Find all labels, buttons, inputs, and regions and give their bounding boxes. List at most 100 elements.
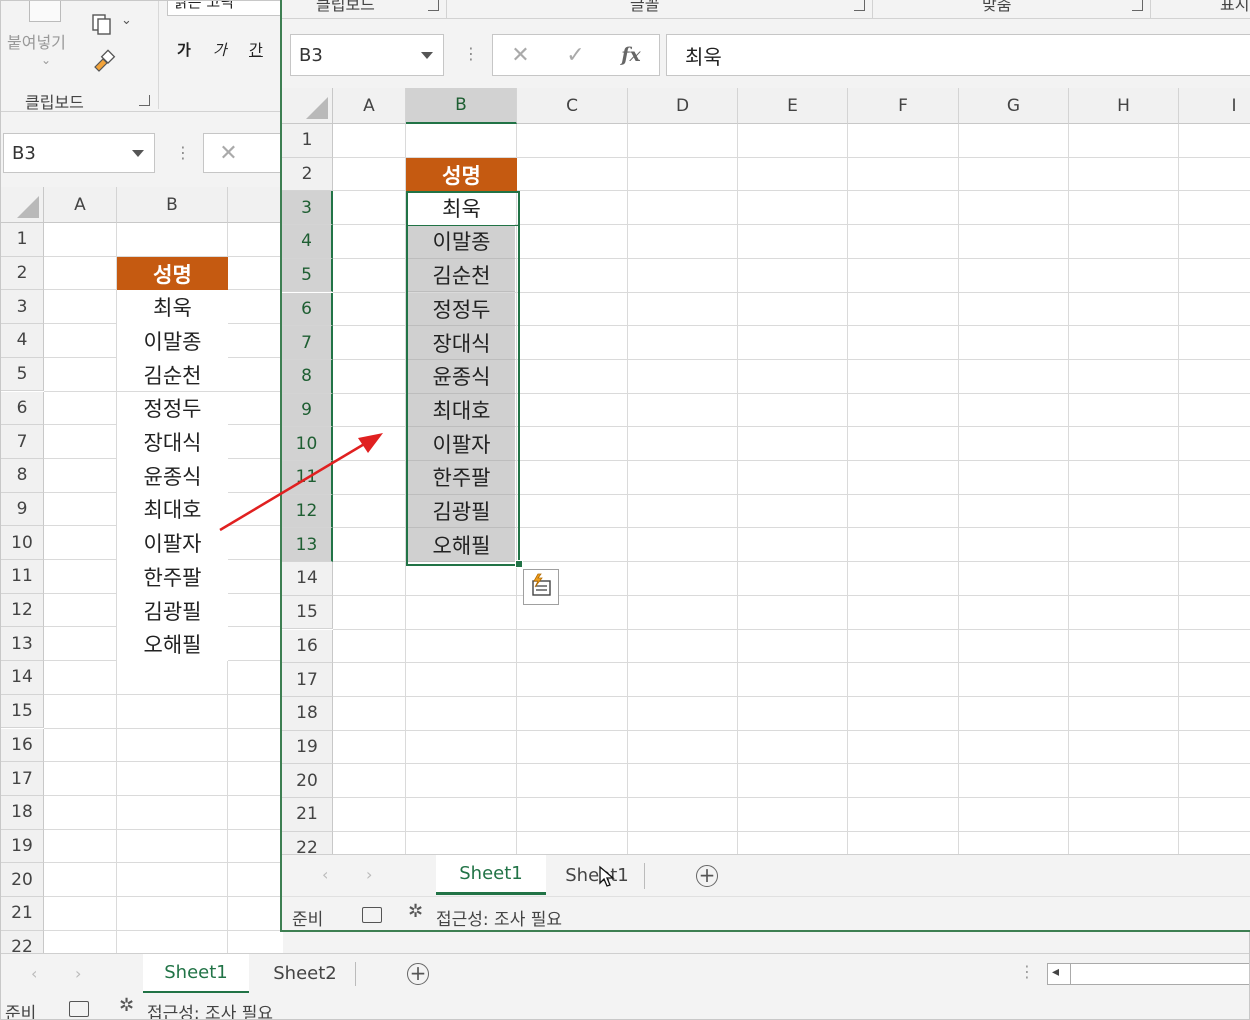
column-header-e[interactable]: E — [738, 88, 848, 124]
row-header-20[interactable]: 20 — [1, 863, 44, 897]
row-header-9[interactable]: 9 — [1, 492, 44, 527]
insert-function-icon[interactable]: fx — [621, 44, 641, 66]
tab-sheet1[interactable]: Sheet1 — [436, 855, 546, 895]
macro-record-icon[interactable] — [69, 1001, 89, 1017]
select-all-corner[interactable] — [282, 88, 333, 124]
row-header-20[interactable]: 20 — [282, 764, 333, 798]
row-header-6[interactable]: 6 — [1, 391, 44, 426]
row-header-15[interactable]: 15 — [282, 595, 333, 630]
row-header-13[interactable]: 13 — [282, 528, 333, 563]
row-header-3[interactable]: 3 — [282, 191, 333, 226]
name-cell[interactable]: 김순천 — [117, 357, 228, 392]
italic-button[interactable]: 가 — [213, 39, 227, 60]
selection-range[interactable] — [406, 191, 520, 566]
row-header-21[interactable]: 21 — [1, 897, 44, 931]
row-header-21[interactable]: 21 — [282, 798, 333, 832]
row-header-2[interactable]: 2 — [1, 256, 44, 291]
column-header-d[interactable]: D — [628, 88, 738, 124]
row-header-9[interactable]: 9 — [282, 393, 333, 428]
row-header-6[interactable]: 6 — [282, 292, 333, 327]
copy-icon[interactable] — [91, 13, 113, 35]
column-header-partial[interactable] — [228, 187, 283, 223]
row-header-5[interactable]: 5 — [282, 258, 333, 293]
row-header-17[interactable]: 17 — [282, 663, 333, 697]
row-header-19[interactable]: 19 — [1, 829, 44, 864]
row-header-22[interactable]: 22 — [282, 831, 333, 854]
scroll-left-icon[interactable]: ◂ — [1052, 964, 1059, 980]
cancel-icon[interactable]: ✕ — [219, 141, 237, 166]
column-header-b[interactable]: B — [117, 187, 228, 223]
column-header-g[interactable]: G — [959, 88, 1069, 124]
dialog-launcher-icon[interactable] — [854, 0, 865, 11]
select-all-corner[interactable] — [1, 187, 44, 223]
row-header-3[interactable]: 3 — [1, 290, 44, 325]
column-header-a[interactable]: A — [44, 187, 117, 223]
name-cell[interactable]: 한주팔 — [117, 560, 228, 594]
dialog-launcher-icon[interactable] — [139, 95, 150, 106]
name-box[interactable]: B3 — [290, 34, 444, 76]
row-header-16[interactable]: 16 — [282, 629, 333, 664]
enter-icon[interactable]: ✓ — [566, 43, 584, 68]
more-options-icon[interactable]: ⋮ — [463, 44, 479, 63]
row-header-11[interactable]: 11 — [1, 560, 44, 594]
row-header-8[interactable]: 8 — [1, 458, 44, 493]
chevron-down-icon[interactable]: ⌄ — [121, 13, 132, 28]
name-cell[interactable]: 최대호 — [117, 492, 228, 527]
column-header-c[interactable]: C — [517, 88, 628, 124]
row-header-10[interactable]: 10 — [282, 427, 333, 461]
row-header-8[interactable]: 8 — [282, 359, 333, 394]
more-options-icon[interactable]: ⋮ — [1019, 962, 1035, 981]
column-header-i[interactable]: I — [1179, 88, 1250, 124]
bold-button[interactable]: 가 — [177, 39, 191, 60]
name-box[interactable]: B3 — [3, 133, 155, 173]
add-sheet-button[interactable]: + — [696, 865, 718, 887]
scroll-left-icon[interactable]: ‹ — [31, 964, 37, 983]
scroll-left-icon[interactable]: ‹ — [322, 865, 328, 884]
status-accessibility[interactable]: 접근성: 조사 필요 — [147, 999, 273, 1019]
row-header-11[interactable]: 11 — [282, 461, 333, 495]
scroll-right-icon[interactable]: › — [75, 964, 81, 983]
row-header-16[interactable]: 16 — [1, 728, 44, 763]
tab-sheet2[interactable]: Sheet2 — [257, 954, 353, 992]
row-header-1[interactable]: 1 — [282, 124, 333, 158]
font-name-box[interactable]: 맑은 고딕 — [167, 1, 281, 16]
row-header-22[interactable]: 22 — [1, 930, 44, 953]
format-painter-icon[interactable] — [91, 49, 117, 75]
name-cell[interactable]: 이팔자 — [117, 526, 228, 560]
row-header-10[interactable]: 10 — [1, 526, 44, 560]
formula-input[interactable]: 최욱 — [666, 34, 1250, 76]
dialog-launcher-icon[interactable] — [428, 0, 439, 11]
row-header-19[interactable]: 19 — [282, 730, 333, 765]
name-cell[interactable]: 정정두 — [117, 391, 228, 426]
row-header-12[interactable]: 12 — [282, 494, 333, 529]
row-header-4[interactable]: 4 — [282, 225, 333, 259]
accessibility-icon[interactable]: ✲ — [408, 901, 423, 922]
row-header-2[interactable]: 2 — [282, 157, 333, 192]
row-header-18[interactable]: 18 — [1, 795, 44, 830]
dialog-launcher-icon[interactable] — [1132, 0, 1143, 11]
name-cell[interactable]: 오해필 — [117, 627, 228, 662]
name-header-cell[interactable]: 성명 — [406, 157, 517, 192]
horizontal-scrollbar[interactable]: ◂ — [1047, 963, 1249, 985]
name-cell[interactable]: 최욱 — [117, 290, 228, 325]
more-options-icon[interactable]: ⋮ — [175, 143, 191, 162]
scrollbar-thumb[interactable] — [1070, 963, 1071, 985]
row-header-5[interactable]: 5 — [1, 357, 44, 392]
row-header-18[interactable]: 18 — [282, 696, 333, 731]
name-header-cell[interactable]: 성명 — [117, 256, 228, 291]
name-cell[interactable]: 이말종 — [117, 324, 228, 358]
status-accessibility[interactable]: 접근성: 조사 필요 — [436, 905, 562, 930]
row-header-14[interactable]: 14 — [1, 661, 44, 695]
row-header-1[interactable]: 1 — [1, 223, 44, 257]
column-header-b[interactable]: B — [406, 88, 517, 124]
add-sheet-button[interactable]: + — [407, 963, 429, 985]
column-header-h[interactable]: H — [1069, 88, 1179, 124]
flash-fill-options-icon[interactable] — [523, 569, 559, 605]
macro-record-icon[interactable] — [362, 907, 382, 923]
scroll-right-icon[interactable]: › — [366, 865, 372, 884]
row-header-4[interactable]: 4 — [1, 324, 44, 358]
row-header-13[interactable]: 13 — [1, 627, 44, 662]
row-header-15[interactable]: 15 — [1, 694, 44, 729]
cancel-icon[interactable]: ✕ — [511, 43, 529, 68]
paste-button[interactable]: 붙여넣기 ⌄ — [5, 1, 81, 81]
